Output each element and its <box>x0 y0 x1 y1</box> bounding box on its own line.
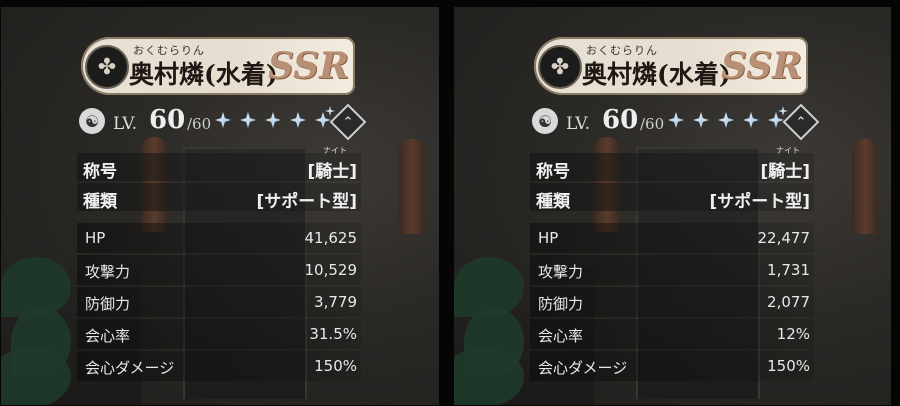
level-row: ☯ LV. 60 /60 ⌃ <box>79 103 367 141</box>
stats-list: HP 41,625 攻撃力 10,529 防御力 3,779 会心率 31.5% 会心ダ… <box>77 223 361 383</box>
stat-label: HP <box>85 229 106 247</box>
stat-row-hp: HP 41,625 <box>77 223 361 253</box>
stat-label: 会心率 <box>85 327 131 345</box>
character-card-left: ✤ おくむらりん 奥村燐(水着) SSR ☯ LV. 60 /60 ⌃ 称号 ナ… <box>1 7 439 405</box>
level-value: 60 <box>602 105 639 135</box>
stat-value: 150% <box>767 357 810 375</box>
stat-label: HP <box>538 229 559 247</box>
title-value: [騎士] <box>760 162 810 182</box>
title-label: 称号 <box>83 162 117 182</box>
star-rating <box>665 109 790 137</box>
triskelion-element-icon: ☯ <box>532 108 558 134</box>
stat-label: 会心ダメージ <box>85 359 175 377</box>
star-rating <box>212 109 337 137</box>
level-max: /60 <box>640 115 665 133</box>
star-icon <box>287 109 309 133</box>
star-icon <box>715 109 737 133</box>
star-icon <box>665 109 687 133</box>
level-max: /60 <box>187 115 212 133</box>
stat-row-attack: 攻撃力 10,529 <box>77 255 361 285</box>
background-lamp <box>399 139 425 234</box>
clan-crest-icon: ✤ <box>538 45 582 89</box>
stat-value: 10,529 <box>304 261 358 279</box>
rarity-badge: SSR <box>720 45 802 87</box>
level-value: 60 <box>149 105 186 135</box>
stat-label: 防御力 <box>538 295 584 313</box>
stat-row-attack: 攻撃力 1,731 <box>530 255 814 285</box>
title-label: 称号 <box>536 162 570 182</box>
stat-label: 防御力 <box>85 295 131 313</box>
stat-row-defense: 防御力 3,779 <box>77 287 361 317</box>
stat-row-hp: HP 22,477 <box>530 223 814 253</box>
title-ruby: ナイト <box>776 146 800 155</box>
chevron-up-icon: ⌃ <box>342 114 354 130</box>
stat-row-crit-rate: 会心率 31.5% <box>77 319 361 349</box>
type-row: 種類 [サポート型] <box>530 183 814 212</box>
stat-value: 22,477 <box>757 229 811 247</box>
stat-row-defense: 防御力 2,077 <box>530 287 814 317</box>
chevron-up-icon: ⌃ <box>795 114 807 130</box>
stat-row-crit-damage: 会心ダメージ 150% <box>530 351 814 381</box>
title-row: 称号 ナイト [騎士] <box>530 146 814 182</box>
character-header: ✤ おくむらりん 奥村燐(水着) SSR <box>534 37 808 95</box>
level-row: ☯ LV. 60 /60 ⌃ <box>532 103 820 141</box>
character-card-right: ✤ おくむらりん 奥村燐(水着) SSR ☯ LV. 60 /60 ⌃ 称号 ナ… <box>454 7 891 405</box>
character-name: 奥村燐(水着) <box>582 60 731 89</box>
type-label: 種類 <box>536 192 570 212</box>
stat-row-crit-rate: 会心率 12% <box>530 319 814 349</box>
type-value: [サポート型] <box>709 192 810 212</box>
stat-value: 2,077 <box>767 293 810 311</box>
background-lamp <box>852 139 878 234</box>
title-row: 称号 ナイト [騎士] <box>77 146 361 182</box>
level-prefix: LV. <box>566 114 590 134</box>
stat-value: 12% <box>776 325 810 343</box>
stat-row-crit-damage: 会心ダメージ 150% <box>77 351 361 381</box>
stat-value: 31.5% <box>309 325 357 343</box>
type-row: 種類 [サポート型] <box>77 183 361 212</box>
stat-value: 3,779 <box>314 293 357 311</box>
clan-crest-icon: ✤ <box>85 45 129 89</box>
stats-list: HP 22,477 攻撃力 1,731 防御力 2,077 会心率 12% 会心ダメージ… <box>530 223 814 383</box>
stat-value: 150% <box>314 357 357 375</box>
stat-value: 1,731 <box>767 261 810 279</box>
title-ruby: ナイト <box>323 146 347 155</box>
stat-label: 攻撃力 <box>85 263 131 281</box>
star-icon <box>237 109 259 133</box>
stat-label: 会心率 <box>538 327 584 345</box>
stat-value: 41,625 <box>304 229 358 247</box>
stat-label: 会心ダメージ <box>538 359 628 377</box>
type-label: 種類 <box>83 192 117 212</box>
rarity-badge: SSR <box>267 45 349 87</box>
star-icon <box>740 109 762 133</box>
stat-label: 攻撃力 <box>538 263 584 281</box>
star-icon <box>262 109 284 133</box>
star-icon <box>212 109 234 133</box>
level-prefix: LV. <box>113 114 137 134</box>
triskelion-element-icon: ☯ <box>79 108 105 134</box>
star-icon <box>690 109 712 133</box>
character-header: ✤ おくむらりん 奥村燐(水着) SSR <box>81 37 355 95</box>
character-name: 奥村燐(水着) <box>129 60 278 89</box>
title-value: [騎士] <box>307 162 357 182</box>
type-value: [サポート型] <box>256 192 357 212</box>
